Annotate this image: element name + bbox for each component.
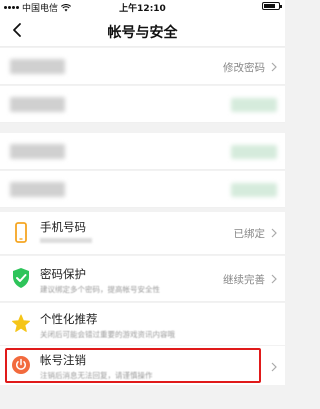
chevron-right-icon xyxy=(271,274,277,284)
battery-icon xyxy=(262,2,282,10)
phone-icon xyxy=(15,222,27,243)
password-protect-title: 密码保护 xyxy=(40,267,86,281)
blurred-label xyxy=(10,144,65,159)
phone-status: 已绑定 xyxy=(233,228,266,240)
star-icon xyxy=(12,314,30,332)
blurred-label xyxy=(10,59,65,74)
personalized-subtitle: 关闭后可能会错过重要的游戏资讯内容哦 xyxy=(40,330,175,339)
blurred-label xyxy=(10,97,65,112)
phone-title: 手机号码 xyxy=(40,220,86,234)
page-title: 帐号与安全 xyxy=(107,25,178,41)
phone-number-blurred xyxy=(40,238,92,243)
account-info-row-2[interactable] xyxy=(0,86,285,123)
password-protect-subtitle: 建议绑定多个密码，提高帐号安全性 xyxy=(40,285,160,294)
personalized-title: 个性化推荐 xyxy=(40,312,98,326)
account-info-row-3[interactable] xyxy=(0,133,285,170)
account-info-row-1[interactable]: 修改密码 xyxy=(0,48,285,85)
phone-row[interactable]: 手机号码 已绑定 xyxy=(0,212,285,255)
blurred-value xyxy=(231,183,277,197)
nav-bar: 帐号与安全 xyxy=(0,14,285,47)
blurred-value xyxy=(231,145,277,159)
chevron-right-icon xyxy=(271,62,277,72)
status-right xyxy=(262,2,282,10)
status-bar: 中国电信 上午12:10 xyxy=(0,0,285,14)
account-info-row-4[interactable] xyxy=(0,171,285,208)
shield-check-icon xyxy=(13,268,29,288)
bottom-spacer xyxy=(0,392,285,409)
change-password-link[interactable]: 修改密码 xyxy=(223,60,265,75)
chevron-right-icon xyxy=(271,362,277,372)
personalized-recommend-row[interactable]: 个性化推荐 关闭后可能会错过重要的游戏资讯内容哦 xyxy=(0,303,285,345)
blurred-value xyxy=(231,98,277,112)
password-protect-row[interactable]: 密码保护 建议绑定多个密码，提高帐号安全性 继续完善 xyxy=(0,256,285,302)
blurred-label xyxy=(10,182,65,197)
password-protect-action[interactable]: 继续完善 xyxy=(223,272,265,287)
chevron-right-icon xyxy=(271,228,277,238)
highlight-box xyxy=(5,348,261,383)
status-time: 上午12:10 xyxy=(119,4,166,14)
